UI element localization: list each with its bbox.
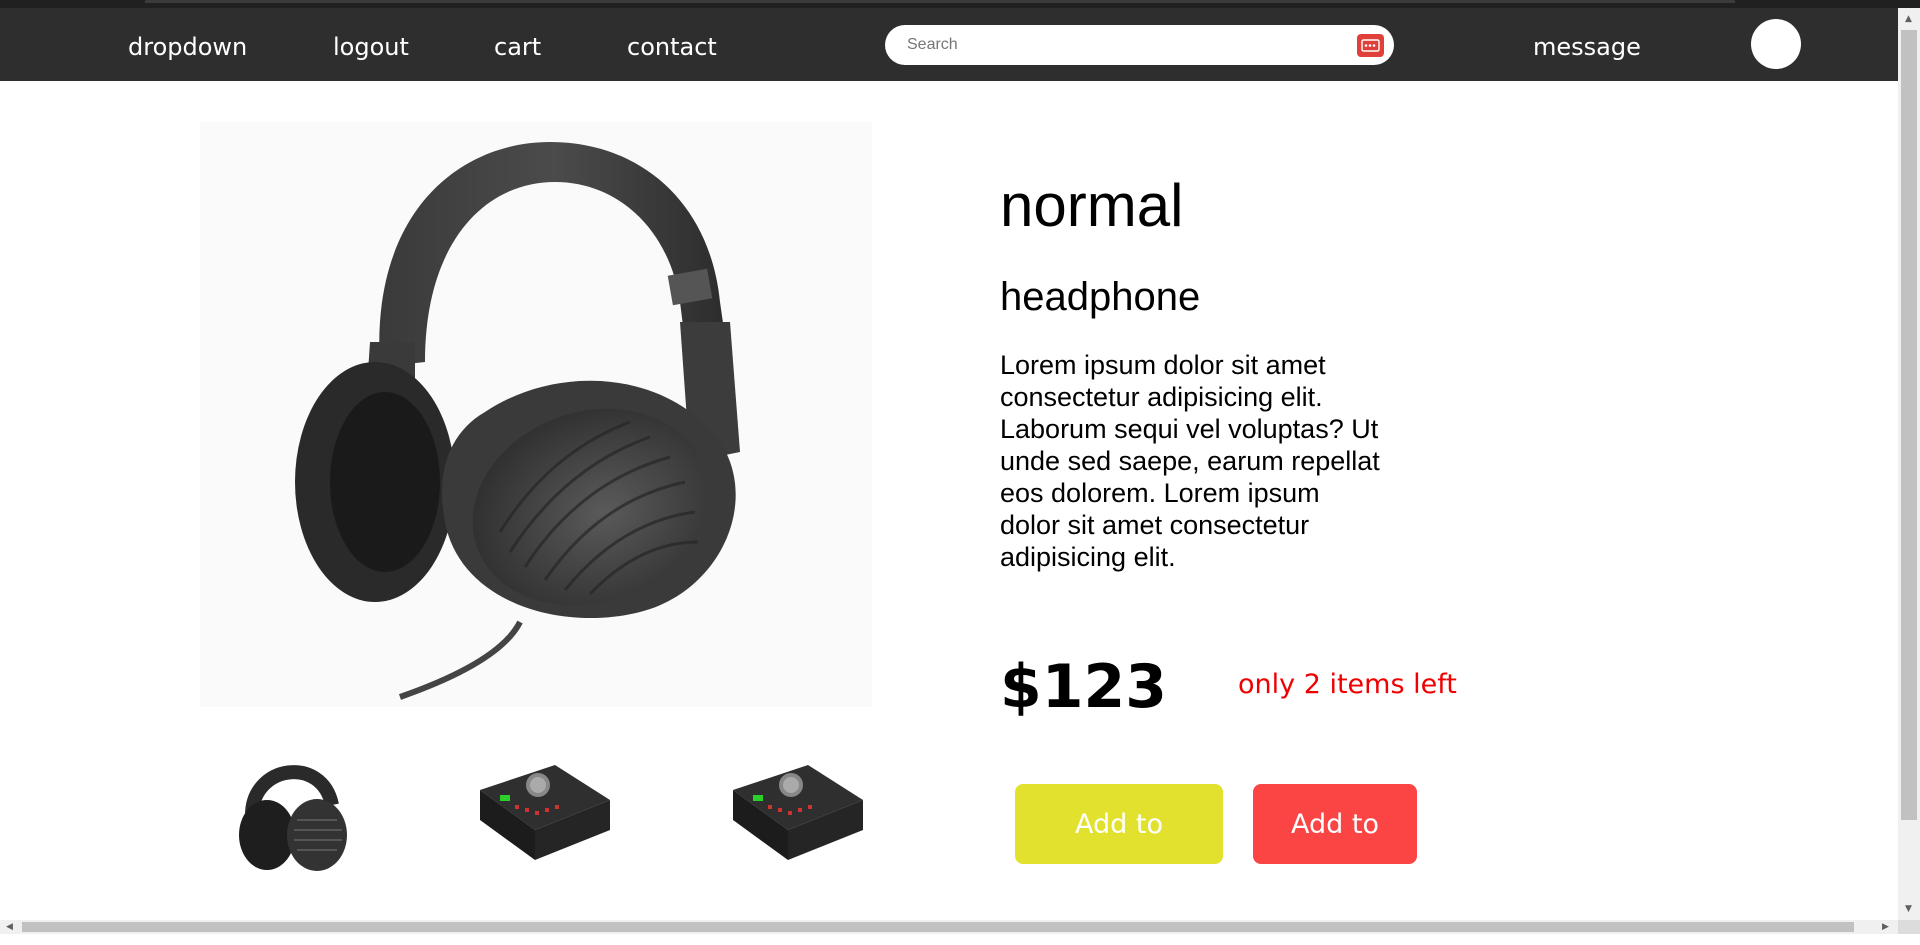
vertical-scroll-thumb[interactable]	[1901, 30, 1917, 820]
browser-top-strip	[0, 0, 1920, 8]
nav-link-message[interactable]: message	[1533, 32, 1641, 62]
product-description: Lorem ipsum dolor sit amet consectetur a…	[1000, 350, 1380, 572]
thumbnail-2[interactable]	[470, 745, 620, 875]
password-manager-icon[interactable]	[1357, 34, 1384, 57]
horizontal-scrollbar[interactable]: ◀ ▶	[0, 920, 1898, 934]
nav-link-contact[interactable]: contact	[627, 32, 717, 62]
avatar[interactable]	[1751, 19, 1801, 69]
product-main-image	[200, 122, 872, 707]
search-input[interactable]	[907, 33, 1327, 57]
browser-top-strip-line	[145, 0, 1735, 3]
nav-link-cart[interactable]: cart	[494, 32, 541, 62]
product-title: normal	[1000, 172, 1184, 239]
product-category: headphone	[1000, 275, 1201, 319]
scrollbar-corner	[1898, 920, 1920, 934]
thumbnail-3[interactable]	[723, 745, 873, 875]
stock-note: only 2 items left	[1238, 669, 1457, 700]
scroll-right-icon[interactable]: ▶	[1882, 922, 1889, 932]
search-box	[885, 25, 1394, 65]
add-to-cart-button[interactable]: Add to Cart	[1253, 784, 1417, 920]
scroll-up-icon[interactable]: ▲	[1905, 14, 1912, 24]
nav-link-dropdown[interactable]: dropdown	[128, 32, 247, 62]
thumbnail-1[interactable]	[222, 745, 372, 875]
product-price: $123	[1000, 652, 1167, 722]
nav-link-logout[interactable]: logout	[333, 32, 409, 62]
scroll-left-icon[interactable]: ◀	[6, 922, 13, 932]
add-to-wishlist-button[interactable]: Add to Wishlist	[1015, 784, 1223, 920]
vertical-scrollbar[interactable]: ▲ ▼	[1898, 8, 1920, 920]
scroll-down-icon[interactable]: ▼	[1905, 904, 1912, 914]
horizontal-scroll-thumb[interactable]	[22, 922, 1854, 932]
top-navbar: dropdown logout cart contact message	[0, 8, 1898, 81]
